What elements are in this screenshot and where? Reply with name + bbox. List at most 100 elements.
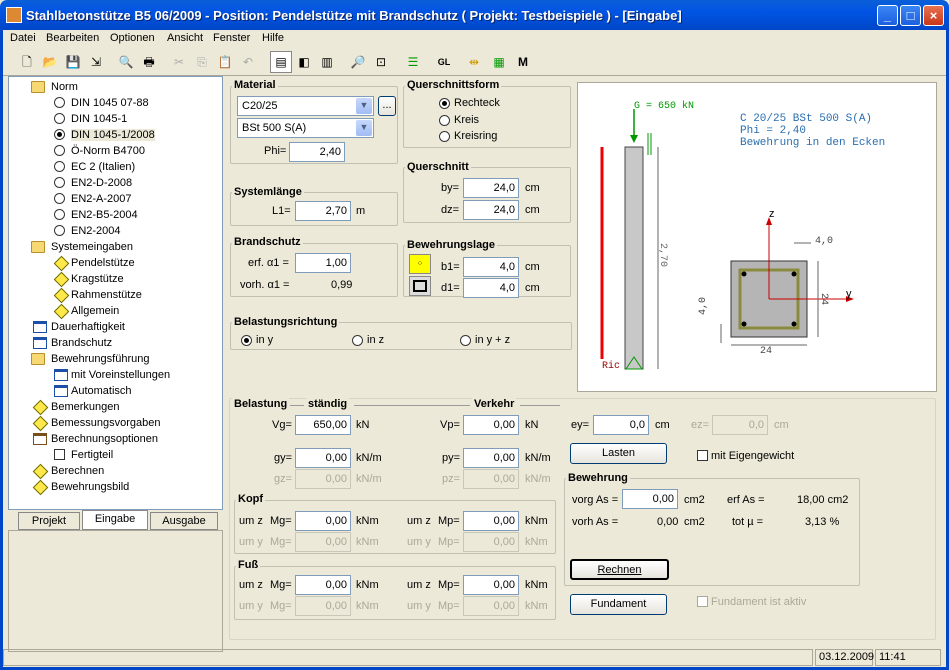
radio-icon[interactable] xyxy=(54,97,65,108)
vp-input[interactable]: 0,00 xyxy=(463,415,519,435)
checkbox-icon[interactable] xyxy=(54,449,65,460)
fuss-mg-z-input[interactable]: 0,00 xyxy=(295,575,351,595)
kopf-mg-z-input[interactable]: 0,00 xyxy=(295,511,351,531)
dir-y-radio[interactable] xyxy=(241,335,252,346)
by-input[interactable]: 24,0 xyxy=(463,178,519,198)
table-icon[interactable]: ▦ xyxy=(488,51,510,73)
fundament-button[interactable]: Fundament xyxy=(570,594,667,615)
perimeter-bars-icon[interactable] xyxy=(409,276,431,296)
tree-node-bewehrungsfuehrung[interactable]: Bewehrungsführung xyxy=(51,353,149,365)
copy-icon[interactable]: ⎘ xyxy=(191,51,213,73)
rechteck-radio[interactable] xyxy=(439,98,450,109)
kreis-radio[interactable] xyxy=(439,115,450,126)
tab-projekt[interactable]: Projekt xyxy=(18,512,80,530)
undo-icon[interactable]: ↶ xyxy=(237,51,259,73)
print-icon[interactable]: 🖶 xyxy=(138,51,160,73)
py-input[interactable]: 0,00 xyxy=(463,448,519,468)
new-icon[interactable]: 🗋 xyxy=(16,51,38,73)
material-more-button[interactable]: ... xyxy=(378,96,396,116)
lasten-button[interactable]: Lasten xyxy=(570,443,667,464)
menu-datei[interactable]: Datei xyxy=(10,32,36,44)
tree-node-allgemein[interactable]: Allgemein xyxy=(71,305,119,317)
tree-node-ec2-italien[interactable]: EC 2 (Italien) xyxy=(71,161,135,173)
open-icon[interactable]: 📂 xyxy=(39,51,61,73)
tree-node-pendelstuetze[interactable]: Pendelstütze xyxy=(71,257,135,269)
steel-select[interactable]: BSt 500 S(A) ▼ xyxy=(237,118,374,138)
output-view-icon[interactable]: ▥ xyxy=(316,51,338,73)
kopf-mp-z-input[interactable]: 0,00 xyxy=(463,511,519,531)
tree-node-dauerhaftigkeit[interactable]: Dauerhaftigkeit xyxy=(51,321,125,333)
radio-selected-icon[interactable] xyxy=(54,129,65,140)
gy-input[interactable]: 0,00 xyxy=(295,448,351,468)
tree-node-berechnungsoptionen[interactable]: Berechnungsoptionen xyxy=(51,433,158,445)
tree-node-rahmenstuetze[interactable]: Rahmenstütze xyxy=(71,289,142,301)
tree-node-din-1045-1[interactable]: DIN 1045-1 xyxy=(71,113,127,125)
tree-node-en2-d[interactable]: EN2-D-2008 xyxy=(71,177,132,189)
radio-icon[interactable] xyxy=(54,225,65,236)
tree-node-en2-a[interactable]: EN2-A-2007 xyxy=(71,193,132,205)
export-icon[interactable]: ⇲ xyxy=(85,51,107,73)
fuss-mp-y-input[interactable]: 0,00 xyxy=(463,596,519,616)
tree-node-norm[interactable]: Norm xyxy=(51,81,78,93)
radio-icon[interactable] xyxy=(54,193,65,204)
tab-ausgabe[interactable]: Ausgabe xyxy=(150,512,218,530)
preview-icon[interactable]: 🔍 xyxy=(115,51,137,73)
dz-input[interactable]: 24,0 xyxy=(463,200,519,220)
gl-icon[interactable]: GL xyxy=(433,51,455,73)
ez-input[interactable]: 0,0 xyxy=(712,415,768,435)
menu-optionen[interactable]: Optionen xyxy=(110,32,155,44)
concrete-select[interactable]: C20/25 ▼ xyxy=(237,96,374,116)
d1-input[interactable]: 4,0 xyxy=(463,278,519,298)
fundament-checkbox[interactable] xyxy=(697,596,708,607)
dir-yz-radio[interactable] xyxy=(460,335,471,346)
b1-input[interactable]: 4,0 xyxy=(463,257,519,277)
zoom-fit-icon[interactable]: ⊡ xyxy=(370,51,392,73)
vorg-as-input[interactable]: 0,00 xyxy=(622,489,678,509)
m-icon[interactable]: M xyxy=(512,51,534,73)
dir-z-radio[interactable] xyxy=(352,335,363,346)
close-button[interactable]: × xyxy=(923,5,944,26)
kreisring-radio[interactable] xyxy=(439,131,450,142)
maximize-button[interactable]: □ xyxy=(900,5,921,26)
ey-input[interactable]: 0,0 xyxy=(593,415,649,435)
corner-bars-icon[interactable]: ⁘ xyxy=(409,254,431,274)
tree-node-en2-2004[interactable]: EN2-2004 xyxy=(71,225,121,237)
menu-ansicht[interactable]: Ansicht xyxy=(167,32,203,44)
layer-icon[interactable]: ☰ xyxy=(402,51,424,73)
graphic-icon[interactable]: ◧ xyxy=(293,51,315,73)
minimize-button[interactable]: _ xyxy=(877,5,898,26)
radio-icon[interactable] xyxy=(54,161,65,172)
tree-node-din-1045-07-88[interactable]: DIN 1045 07-88 xyxy=(71,97,149,109)
phi-input[interactable]: 2,40 xyxy=(289,142,345,162)
erf-alpha-input[interactable]: 1,00 xyxy=(295,253,351,273)
menu-bearbeiten[interactable]: Bearbeiten xyxy=(46,32,99,44)
paste-icon[interactable]: 📋 xyxy=(214,51,236,73)
l1-input[interactable]: 2,70 xyxy=(295,201,351,221)
kopf-mp-y-input[interactable]: 0,00 xyxy=(463,532,519,552)
tree-node-en2-b5[interactable]: EN2-B5-2004 xyxy=(71,209,138,221)
tree-node-berechnen[interactable]: Berechnen xyxy=(51,465,104,477)
menu-hilfe[interactable]: Hilfe xyxy=(262,32,284,44)
radio-icon[interactable] xyxy=(54,177,65,188)
tree-node-din-1045-1-2008[interactable]: DIN 1045-1/2008 xyxy=(71,129,155,141)
tree-node-automatisch[interactable]: Automatisch xyxy=(71,385,132,397)
tab-eingabe[interactable]: Eingabe xyxy=(82,510,148,530)
radio-icon[interactable] xyxy=(54,145,65,156)
tree-node-bewehrungsbild[interactable]: Bewehrungsbild xyxy=(51,481,129,493)
zoom-icon[interactable]: 🔎 xyxy=(347,51,369,73)
fuss-mp-z-input[interactable]: 0,00 xyxy=(463,575,519,595)
radio-icon[interactable] xyxy=(54,209,65,220)
cut-icon[interactable]: ✂ xyxy=(168,51,190,73)
tree-node-systemeingaben[interactable]: Systemeingaben xyxy=(51,241,133,253)
save-icon[interactable]: 💾 xyxy=(62,51,84,73)
tree-node-voreinstellungen[interactable]: mit Voreinstellungen xyxy=(71,369,170,381)
tree-node-brandschutz[interactable]: Brandschutz xyxy=(51,337,112,349)
tree-node-fertigteil[interactable]: Fertigteil xyxy=(71,449,113,461)
fuss-mg-y-input[interactable]: 0,00 xyxy=(295,596,351,616)
pz-input[interactable]: 0,00 xyxy=(463,469,519,489)
menu-fenster[interactable]: Fenster xyxy=(213,32,250,44)
tree-node-kragstuetze[interactable]: Kragstütze xyxy=(71,273,124,285)
tree-node-bemerkungen[interactable]: Bemerkungen xyxy=(51,401,120,413)
vg-input[interactable]: 650,00 xyxy=(295,415,351,435)
input-view-icon[interactable]: ▤ xyxy=(270,51,292,73)
